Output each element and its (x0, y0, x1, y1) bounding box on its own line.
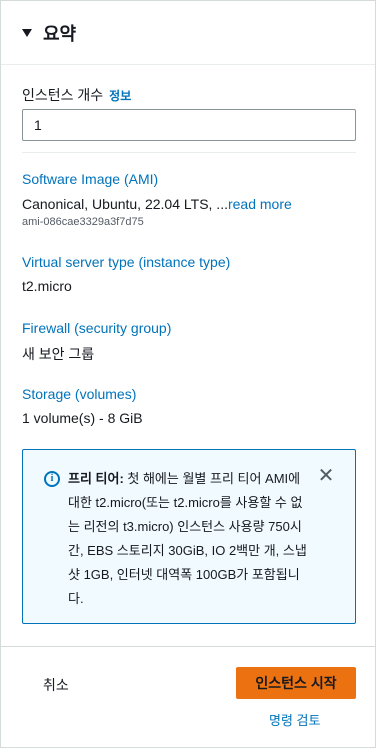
storage-value: 1 volume(s) - 8 GiB (22, 410, 143, 426)
ami-title-link[interactable]: Software Image (AMI) (22, 171, 158, 187)
divider (22, 152, 356, 153)
instance-type-title-link[interactable]: Virtual server type (instance type) (22, 254, 230, 270)
instance-count-input[interactable] (22, 109, 356, 141)
instance-type-value: t2.micro (22, 278, 72, 294)
ami-value: Canonical, Ubuntu, 22.04 LTS, ...read mo… (22, 196, 292, 212)
read-more-link[interactable]: read more (228, 196, 292, 212)
summary-header[interactable]: 요약 (1, 1, 375, 65)
free-tier-alert: i 프리 티어: 첫 해에는 월별 프리 티어 AMI에 대한 t2.micro… (22, 449, 356, 624)
firewall-value: 새 보안 그룹 (22, 346, 95, 362)
ami-id: ami-086cae3329a3f7d75 (22, 216, 144, 228)
caret-down-icon[interactable] (22, 29, 32, 37)
footer: 취소 인스턴스 시작 명령 검토 (1, 646, 375, 747)
info-link[interactable]: 정보 (109, 87, 131, 104)
storage-title-link[interactable]: Storage (volumes) (22, 386, 136, 402)
cancel-button[interactable]: 취소 (43, 675, 69, 695)
summary-title: 요약 (43, 23, 77, 44)
close-icon[interactable]: ✕ (317, 466, 335, 486)
info-icon: i (44, 471, 60, 487)
summary-panel: 요약 인스턴스 개수 정보 Software Image (AMI) Canon… (0, 0, 376, 748)
instance-count-label: 인스턴스 개수 (22, 87, 104, 103)
firewall-title-link[interactable]: Firewall (security group) (22, 320, 171, 336)
launch-instance-button[interactable]: 인스턴스 시작 (236, 667, 356, 699)
free-tier-alert-text: 프리 티어: 첫 해에는 월별 프리 티어 AMI에 대한 t2.micro(또… (68, 471, 307, 606)
review-commands-link[interactable]: 명령 검토 (269, 710, 320, 729)
instance-count-label-row: 인스턴스 개수 정보 (22, 85, 131, 105)
